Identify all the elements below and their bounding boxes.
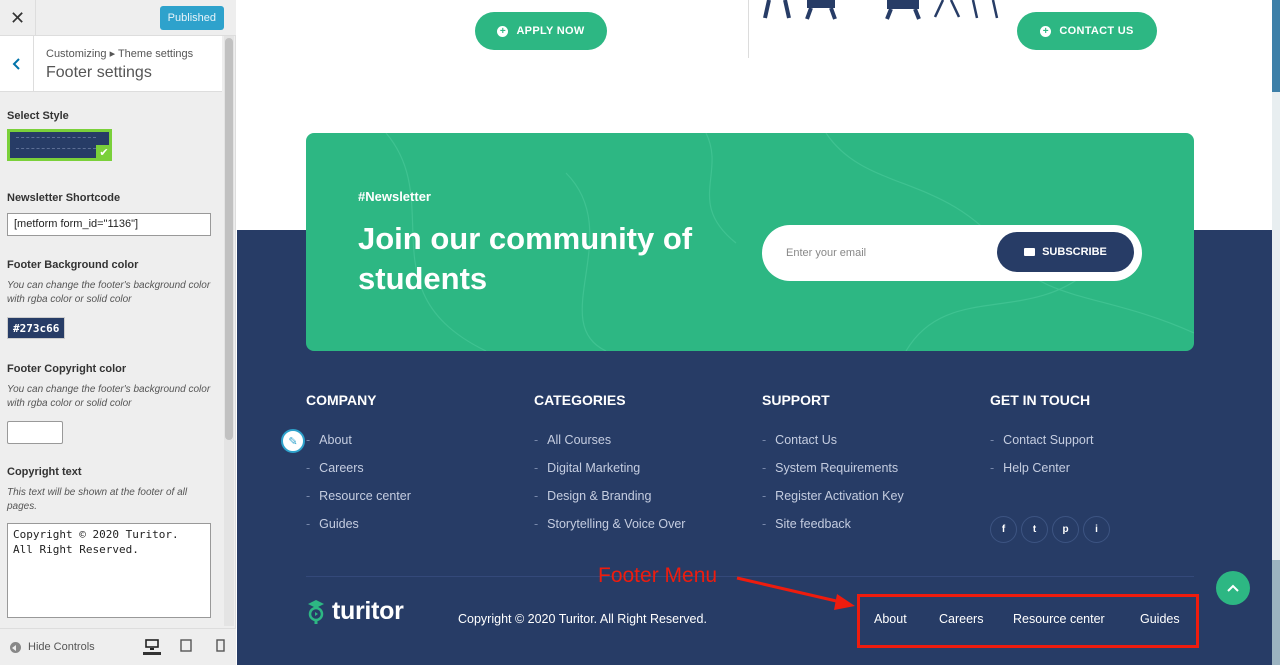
mobile-icon [215,639,225,652]
checkmark-icon: ✔ [96,145,112,161]
published-button[interactable]: Published [159,6,224,30]
panel-scrollbar-thumb[interactable] [225,38,233,440]
customizer-panel: ✕ Published Customizing ▸ Theme settings… [0,0,236,665]
chevron-left-icon [12,58,20,70]
footer-style-option[interactable]: ✔ [7,129,112,161]
settings-scroll-area: Select Style ✔ Newsletter Shortcode [met… [0,92,222,625]
footer-copyright-color-picker[interactable] [7,421,63,444]
customizer-header: ✕ Published [0,0,236,36]
tablet-icon [180,639,192,652]
footer-bg-color-description: You can change the footer's background c… [7,280,211,305]
copyright-text-area[interactable]: Copyright © 2020 Turitor. All Right Rese… [7,523,211,618]
customizer-footer: Hide Controls [0,628,236,665]
site-preview: + APPLY NOW + CONTACT US #Newsletter Joi… [237,0,1272,665]
annotation-arrow [736,576,855,610]
close-icon: ✕ [9,7,26,28]
section-header: Customizing ▸ Theme settings Footer sett… [0,36,222,92]
hide-controls-button[interactable]: Hide Controls [10,641,95,653]
newsletter-shortcode-label: Newsletter Shortcode [7,192,121,204]
select-style-label: Select Style [7,110,69,122]
tablet-preview-button[interactable] [177,639,195,655]
background-strip [1272,0,1280,92]
close-customizer-button[interactable]: ✕ [0,0,36,36]
panel-scrollbar[interactable] [224,36,234,626]
section-title: Footer settings [46,64,152,81]
breadcrumb: Customizing ▸ Theme settings [46,48,194,60]
footer-bg-color-group: Footer Background color You can change t… [7,259,213,339]
footer-copyright-color-description: You can change the footer's background c… [7,384,211,409]
copyright-text-group: Copyright text This text will be shown a… [7,466,213,618]
newsletter-shortcode-input[interactable]: [metform form_id="1136"] [7,213,211,236]
chevron-up-icon [1227,584,1239,592]
desktop-preview-button[interactable] [143,639,161,655]
select-style-group: Select Style ✔ [7,110,112,161]
customizer-window: ✕ Published Customizing ▸ Theme settings… [0,0,1280,665]
footer-copyright-color-group: Footer Copyright color You can change th… [7,363,213,444]
hide-controls-label: Hide Controls [28,641,95,653]
style-preview-image [16,137,96,149]
scrollbar-thumb[interactable] [1272,560,1280,665]
mobile-preview-button[interactable] [211,639,229,655]
collapse-icon [10,641,21,653]
copyright-text-label: Copyright text [7,466,82,478]
copyright-text-description: This text will be shown at the footer of… [7,487,188,512]
desktop-icon [145,639,159,650]
newsletter-shortcode-group: Newsletter Shortcode [metform form_id="1… [7,192,211,236]
page-scrollbar[interactable] [1272,0,1280,665]
scroll-to-top-button[interactable] [1216,571,1250,605]
footer-copyright-color-label: Footer Copyright color [7,363,127,375]
footer-bg-color-label: Footer Background color [7,259,139,271]
footer-bg-color-picker[interactable]: #273c66 [7,317,66,339]
back-button[interactable] [0,36,34,92]
